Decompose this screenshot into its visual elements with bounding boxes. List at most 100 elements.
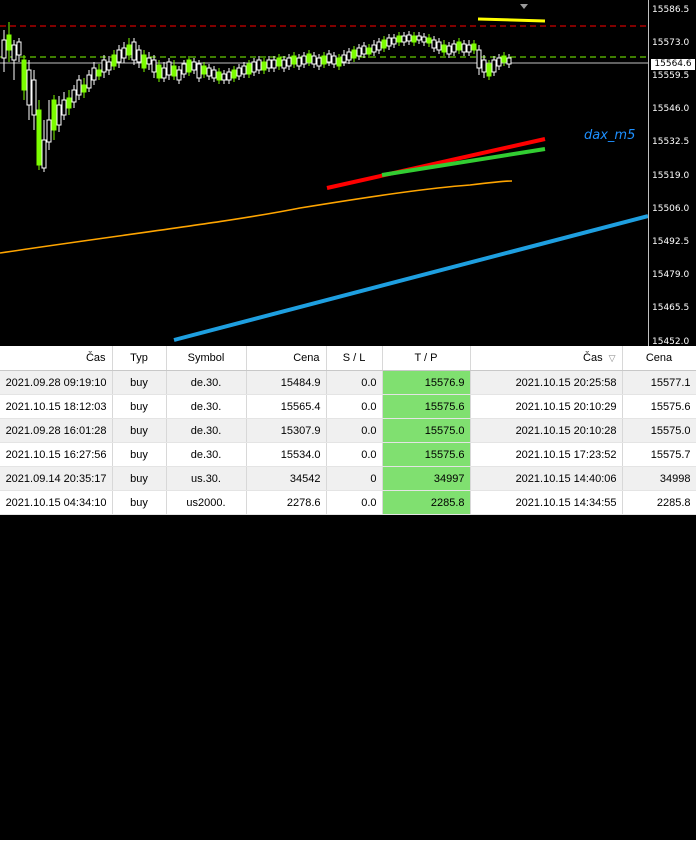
candle-body bbox=[386, 37, 392, 47]
cell-symbol: us.30. bbox=[166, 466, 247, 491]
candle-body bbox=[66, 97, 72, 109]
chart-canvas[interactable] bbox=[0, 0, 648, 346]
table-row[interactable]: 2021.09.14 20:35:17 buy us.30. 34542 0 34997 2… bbox=[0, 466, 696, 491]
col-header-symbol[interactable]: Symbol bbox=[166, 346, 247, 371]
col-header-close-time[interactable]: Čas ▽ bbox=[470, 346, 623, 371]
candle-body bbox=[71, 89, 77, 103]
shift-marker-icon bbox=[520, 4, 528, 9]
candle-body bbox=[221, 73, 227, 81]
candle-body bbox=[141, 54, 147, 69]
cell-open-time: 2021.10.15 16:27:56 bbox=[0, 442, 113, 467]
candle-body bbox=[311, 55, 317, 65]
candle-body bbox=[416, 35, 422, 41]
price-tick-label: 15465.5 bbox=[652, 303, 690, 313]
table-row[interactable]: 2021.09.28 09:19:10 buy de.30. 15484.9 0.0 15… bbox=[0, 370, 696, 395]
candle-body bbox=[476, 49, 482, 69]
candle-body bbox=[226, 71, 232, 81]
cell-symbol: de.30. bbox=[166, 370, 247, 395]
candle-body bbox=[76, 79, 82, 96]
cell-open-price: 2278.6 bbox=[246, 490, 327, 515]
sort-descending-icon: ▽ bbox=[608, 353, 616, 363]
candle-body bbox=[371, 44, 377, 53]
candle-body bbox=[306, 53, 312, 63]
col-header-open-price[interactable]: Cena bbox=[246, 346, 327, 371]
yellow-level-segment bbox=[477, 17, 546, 23]
candle-body bbox=[316, 57, 322, 67]
candle-body bbox=[146, 57, 152, 65]
candle-body bbox=[6, 34, 12, 51]
candle-body bbox=[176, 69, 182, 81]
price-tick-label: 15573.0 bbox=[652, 38, 690, 48]
candle-body bbox=[426, 37, 432, 44]
current-price-box: 15564.6 bbox=[650, 58, 696, 71]
cell-symbol: de.30. bbox=[166, 442, 247, 467]
candle-body bbox=[331, 55, 337, 65]
candle-body bbox=[116, 49, 122, 63]
cell-type: buy bbox=[112, 370, 167, 395]
candle-body bbox=[281, 59, 287, 69]
table-row[interactable]: 2021.10.15 04:34:10 buy us2000. 2278.6 0.0 22… bbox=[0, 490, 696, 515]
candle-body bbox=[191, 61, 197, 71]
candle-body bbox=[46, 119, 52, 143]
price-tick-label: 15586.5 bbox=[652, 5, 690, 15]
cell-close-price: 2285.8 bbox=[622, 490, 696, 515]
candle-body bbox=[21, 59, 27, 91]
candle-body bbox=[231, 69, 237, 79]
candle-body bbox=[326, 53, 332, 63]
candle-body bbox=[86, 74, 92, 89]
col-header-close-time-label: Čas bbox=[583, 352, 603, 364]
cell-open-time: 2021.10.15 18:12:03 bbox=[0, 394, 113, 419]
cell-close-price: 15575.7 bbox=[622, 442, 696, 467]
cell-open-time: 2021.09.14 20:35:17 bbox=[0, 466, 113, 491]
table-header-row: Čas Typ Symbol Cena S / L T / P Čas ▽ Cen… bbox=[0, 346, 696, 371]
col-header-sl[interactable]: S / L bbox=[326, 346, 383, 371]
table-row[interactable]: 2021.09.28 16:01:28 buy de.30. 15307.9 0.0 15… bbox=[0, 418, 696, 443]
candle-body bbox=[186, 59, 192, 73]
cell-symbol: de.30. bbox=[166, 394, 247, 419]
cell-close-price: 15575.6 bbox=[622, 394, 696, 419]
candle-body bbox=[321, 55, 327, 65]
cell-type: buy bbox=[112, 466, 167, 491]
candle-body bbox=[336, 57, 342, 67]
candle-body bbox=[461, 43, 467, 53]
cell-open-time: 2021.09.28 16:01:28 bbox=[0, 418, 113, 443]
cell-open-time: 2021.10.15 04:34:10 bbox=[0, 490, 113, 515]
candle-body bbox=[61, 99, 67, 116]
cell-close-price: 15575.0 bbox=[622, 418, 696, 443]
price-tick-label: 15452.0 bbox=[652, 337, 690, 346]
candle-body bbox=[216, 71, 222, 81]
candle-body bbox=[501, 55, 507, 63]
candle-body bbox=[1, 39, 7, 59]
cell-type: buy bbox=[112, 418, 167, 443]
candle-body bbox=[421, 36, 427, 43]
candle-body bbox=[356, 47, 362, 57]
trade-history-table: Čas Typ Symbol Cena S / L T / P Čas ▽ Cen… bbox=[0, 346, 696, 848]
candle-body bbox=[126, 44, 132, 56]
candle-body bbox=[56, 104, 62, 126]
cell-symbol: de.30. bbox=[166, 418, 247, 443]
candle-body bbox=[236, 67, 242, 77]
candle-body bbox=[506, 57, 512, 65]
table-row[interactable]: 2021.10.15 18:12:03 buy de.30. 15565.4 0.0 15… bbox=[0, 394, 696, 419]
col-header-close-price[interactable]: Cena bbox=[622, 346, 696, 371]
candle-body bbox=[251, 61, 257, 73]
price-chart[interactable]: 15586.5 15573.0 15559.5 15546.0 15532.5 15519… bbox=[0, 0, 696, 346]
candle-body bbox=[81, 84, 87, 93]
col-header-open-time[interactable]: Čas bbox=[0, 346, 113, 371]
chart-object-label: dax_m5 bbox=[584, 128, 636, 143]
cell-type: buy bbox=[112, 442, 167, 467]
candle-body bbox=[41, 139, 47, 169]
price-tick-label: 15492.5 bbox=[652, 237, 690, 247]
candle-body bbox=[406, 34, 412, 42]
candle-body bbox=[181, 63, 187, 75]
cell-close-time: 2021.10.15 17:23:52 bbox=[470, 442, 623, 467]
table-row[interactable]: 2021.10.15 16:27:56 buy de.30. 15534.0 0.0 15… bbox=[0, 442, 696, 467]
candle-body bbox=[296, 57, 302, 67]
candle-body bbox=[396, 35, 402, 43]
candle-body bbox=[291, 55, 297, 65]
col-header-tp[interactable]: T / P bbox=[382, 346, 471, 371]
candle-body bbox=[96, 69, 102, 77]
candle-body bbox=[286, 57, 292, 67]
cell-close-time: 2021.10.15 14:34:55 bbox=[470, 490, 623, 515]
col-header-type[interactable]: Typ bbox=[112, 346, 167, 371]
